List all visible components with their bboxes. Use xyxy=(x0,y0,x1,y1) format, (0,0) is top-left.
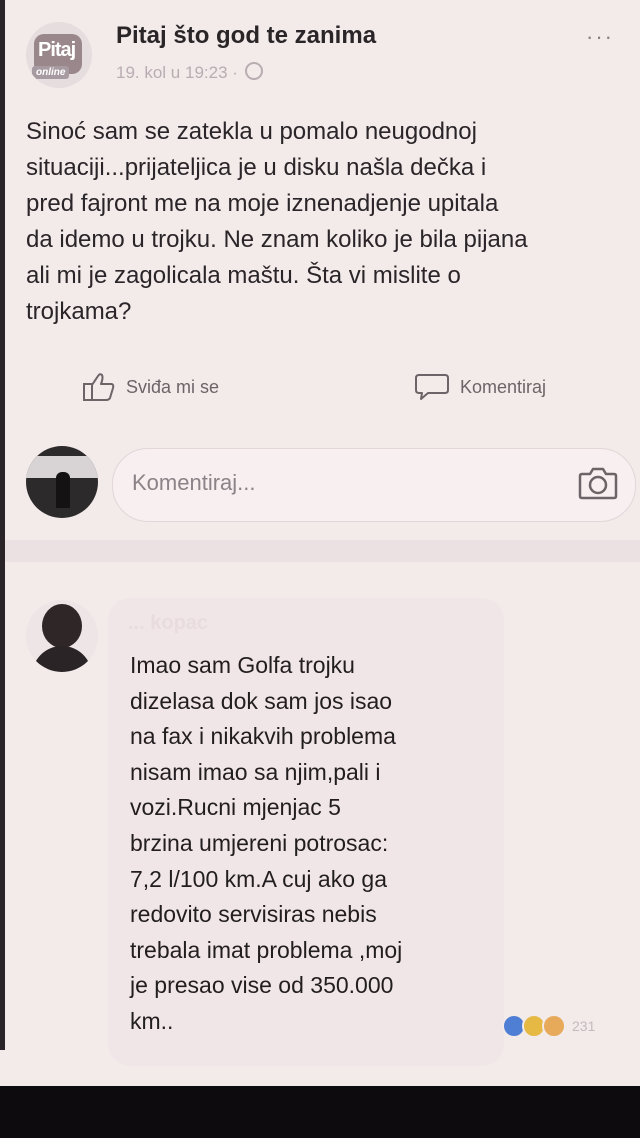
more-icon[interactable]: ··· xyxy=(586,24,614,50)
commenter-avatar[interactable] xyxy=(26,600,98,672)
post-text: Sinoć sam se zatekla u pomalo neugodnoj … xyxy=(26,118,528,325)
post-meta: 19. kol u 19:23 · xyxy=(116,62,263,83)
like-label: Sviđa mi se xyxy=(126,376,220,397)
thumbs-up-icon xyxy=(83,373,115,401)
page-name[interactable]: Pitaj što god te zanima xyxy=(116,22,376,50)
camera-icon[interactable] xyxy=(578,466,618,500)
globe-icon xyxy=(244,62,263,80)
like-button[interactable]: Sviđa mi se xyxy=(82,372,219,402)
post-timestamp[interactable]: 19. kol u 19:23 · xyxy=(116,63,238,82)
comment-button[interactable]: Komentiraj xyxy=(414,372,546,402)
speech-bubble-icon xyxy=(415,374,449,400)
comment-label: Komentiraj xyxy=(460,376,547,397)
logo-subtext: online xyxy=(32,66,70,79)
current-user-avatar xyxy=(26,446,98,518)
comment-text: Imao sam Golfa trojku dizelasa dok sam j… xyxy=(130,652,403,1034)
reaction-count: 231 xyxy=(572,1018,596,1034)
comment-input-placeholder: Komentiraj... xyxy=(132,470,256,495)
bottom-bar xyxy=(0,1086,640,1138)
section-divider xyxy=(5,540,640,562)
page-avatar[interactable]: Pitaj online xyxy=(26,22,92,88)
comment-author[interactable]: ... kopac xyxy=(128,612,208,635)
logo-text: Pitaj xyxy=(38,39,76,61)
left-border xyxy=(0,0,5,1050)
comment-reactions[interactable]: 231 xyxy=(502,1014,595,1038)
sad-reaction-icon xyxy=(542,1014,566,1038)
